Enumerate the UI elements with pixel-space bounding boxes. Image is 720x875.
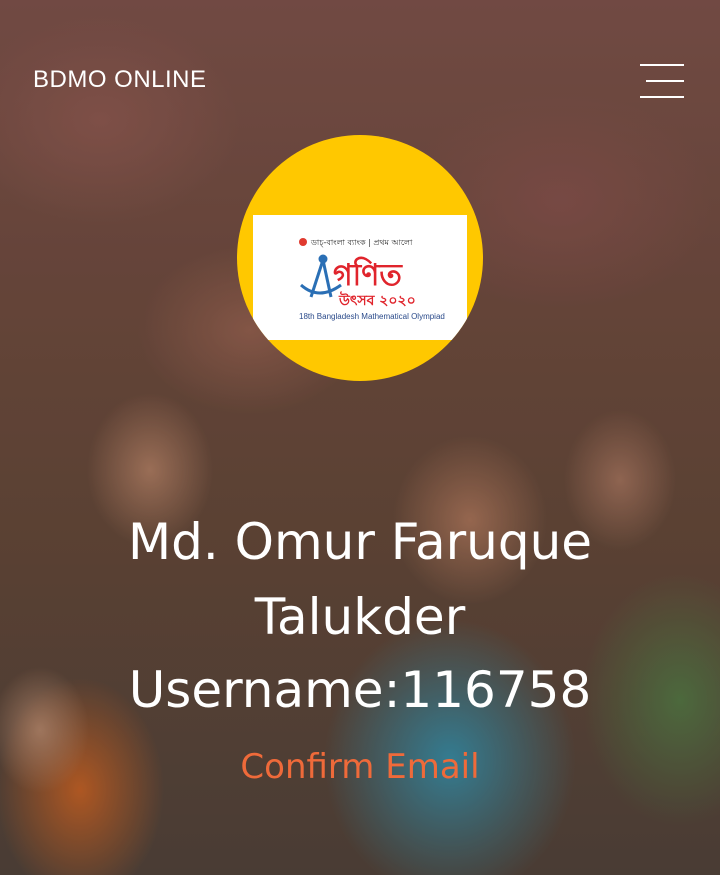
logo-subtitle: উৎসব ২০২০: [338, 291, 416, 309]
profile-avatar: ডাচ্-বাংলা ব্যাংক | প্রথম আলো গণিত উৎসব …: [237, 135, 483, 381]
hamburger-menu-icon[interactable]: [638, 62, 686, 100]
menu-bar-middle: [646, 80, 684, 82]
username-value: 116758: [400, 661, 592, 719]
logo-edition: 18th Bangladesh Mathematical Olympiad: [299, 312, 445, 321]
logo-sponsor-text: ডাচ্-বাংলা ব্যাংক | প্রথম আলো: [310, 238, 413, 247]
background-overlay: [0, 0, 720, 875]
menu-bar-bottom: [640, 96, 684, 98]
username-display: Username:116758: [60, 655, 660, 725]
confirm-email-link[interactable]: Confirm Email: [160, 745, 560, 789]
profile-name-line2: Talukder: [254, 588, 466, 646]
menu-bar-top: [640, 64, 684, 66]
profile-name-line1: Md. Omur Faruque: [127, 513, 593, 571]
username-label: Username:: [128, 661, 401, 719]
app-screen: BDMO ONLINE ডাচ্-বাংলা ব্যাংক | প্রথম আল…: [0, 0, 720, 875]
olympiad-logo-graphic: ডাচ্-বাংলা ব্যাংক | প্রথম আলো গণিত উৎসব …: [299, 238, 445, 321]
olympiad-logo: ডাচ্-বাংলা ব্যাংক | প্রথম আলো গণিত উৎসব …: [253, 215, 467, 340]
profile-name: Md. Omur Faruque Talukder: [60, 505, 660, 655]
site-brand[interactable]: BDMO ONLINE: [33, 66, 207, 94]
logo-title: গণিত: [333, 256, 403, 293]
